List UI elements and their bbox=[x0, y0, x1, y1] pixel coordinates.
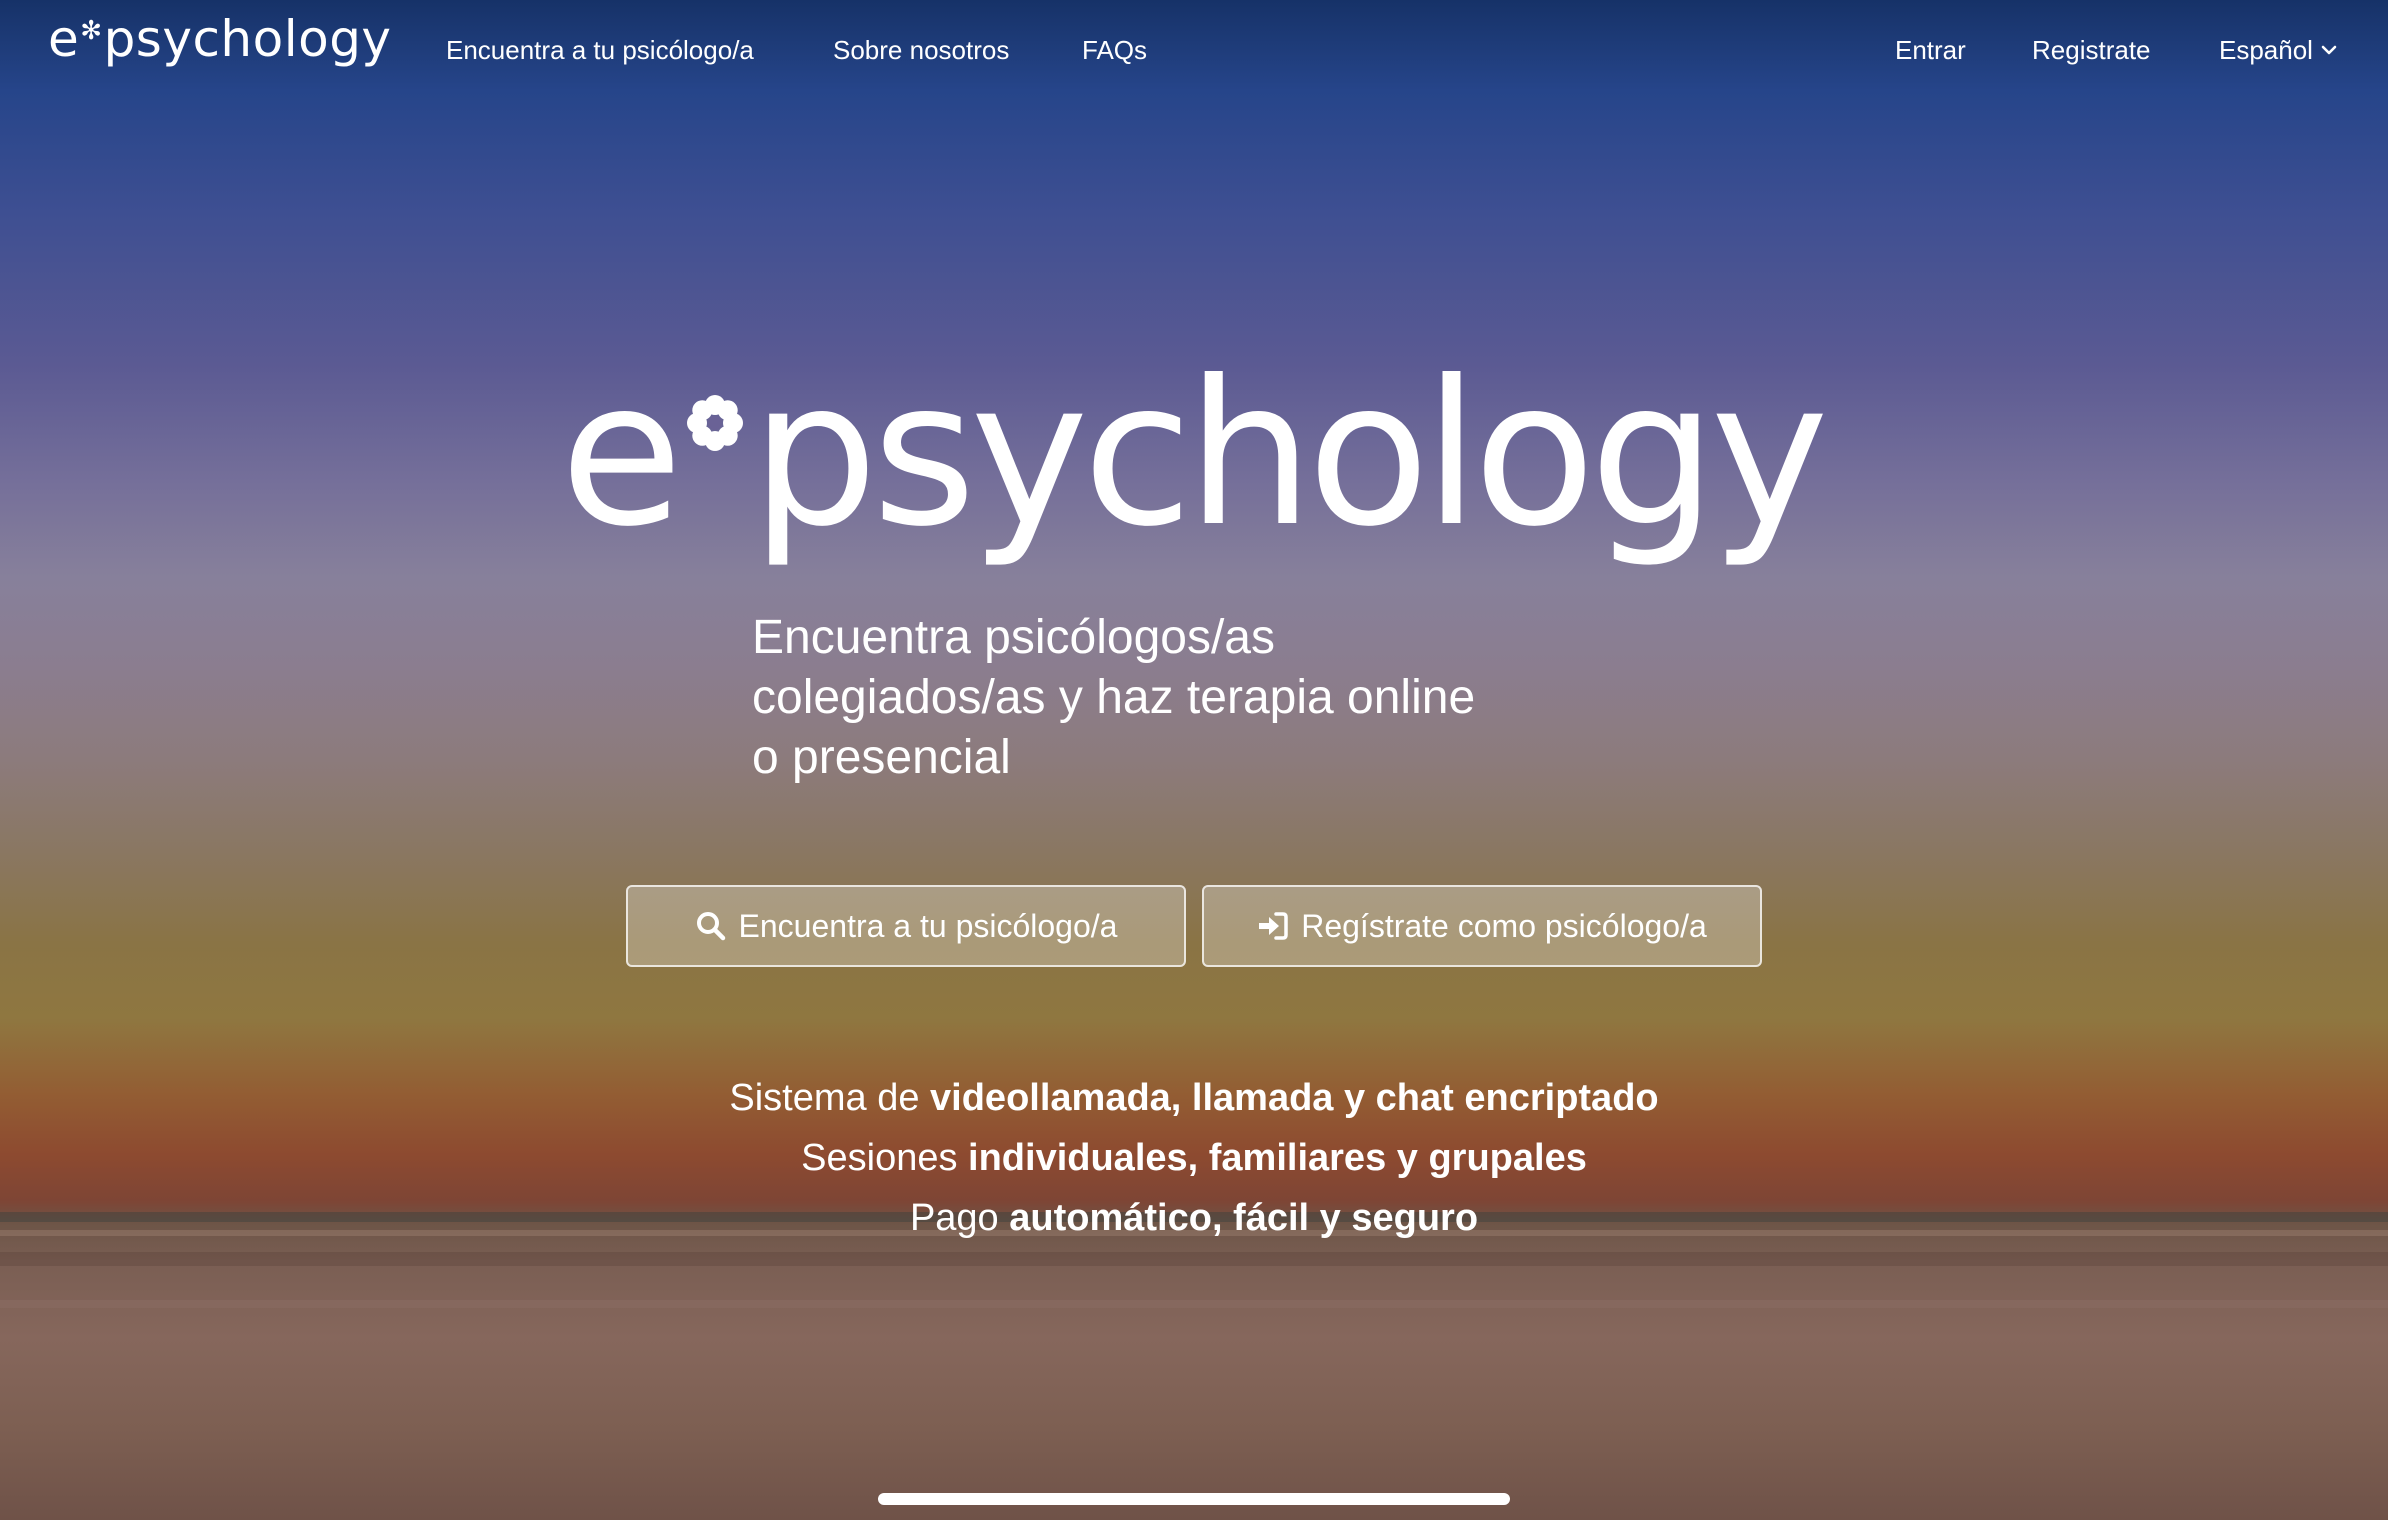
chevron-down-icon bbox=[2321, 45, 2337, 55]
nav-login[interactable]: Entrar bbox=[1895, 34, 1966, 66]
nav-register[interactable]: Registrate bbox=[2032, 34, 2151, 66]
nav-about-us[interactable]: Sobre nosotros bbox=[833, 34, 1009, 66]
home-indicator[interactable] bbox=[878, 1493, 1510, 1505]
find-psychologist-label: Encuentra a tu psicólogo/a bbox=[738, 907, 1118, 944]
search-icon bbox=[696, 912, 725, 941]
register-as-psychologist-label: Regístrate como psicólogo/a bbox=[1301, 907, 1707, 944]
horizon-band bbox=[0, 1252, 2388, 1266]
horizon-band bbox=[0, 1300, 2388, 1308]
nav-faqs[interactable]: FAQs bbox=[1082, 34, 1147, 66]
asterisk-flower-icon: ✻ bbox=[80, 16, 103, 46]
feature-item: Pago automático, fácil y seguro bbox=[909, 1197, 1479, 1239]
feature-item: Sistema de videollamada, llamada y chat … bbox=[729, 1077, 1659, 1119]
brand-suffix: psychology bbox=[103, 10, 392, 68]
tagline-line: colegiados/as y haz terapia online bbox=[752, 671, 1476, 724]
sign-in-icon bbox=[1259, 912, 1288, 940]
brand-prefix: e bbox=[48, 10, 80, 68]
tagline-line: Encuentra psicólogos/as bbox=[752, 611, 1275, 664]
register-as-psychologist-button[interactable]: Regístrate como psicólogo/a bbox=[1202, 885, 1762, 967]
hero-logo: e psychology bbox=[560, 355, 1830, 585]
hero-logo-prefix: e bbox=[560, 338, 683, 571]
language-dropdown[interactable]: Español bbox=[2219, 34, 2337, 66]
find-psychologist-button[interactable]: Encuentra a tu psicólogo/a bbox=[626, 885, 1186, 967]
feature-item: Sesiones individuales, familiares y grup… bbox=[801, 1137, 1587, 1179]
features-list: Sistema de videollamada, llamada y chat … bbox=[394, 1068, 1994, 1248]
tagline-line: o presencial bbox=[752, 731, 1011, 784]
nav-find-psychologist[interactable]: Encuentra a tu psicólogo/a bbox=[446, 34, 754, 66]
hero-logo-suffix: psychology bbox=[751, 338, 1829, 571]
language-label: Español bbox=[2219, 35, 2313, 65]
top-navbar: e ✻ psychology Encuentra a tu psicólogo/… bbox=[0, 0, 2388, 100]
brand-logo-link[interactable]: e ✻ psychology bbox=[48, 14, 392, 64]
asterisk-flower-icon bbox=[687, 395, 744, 451]
hero-tagline: Encuentra psicólogos/as colegiados/as y … bbox=[752, 608, 1632, 788]
